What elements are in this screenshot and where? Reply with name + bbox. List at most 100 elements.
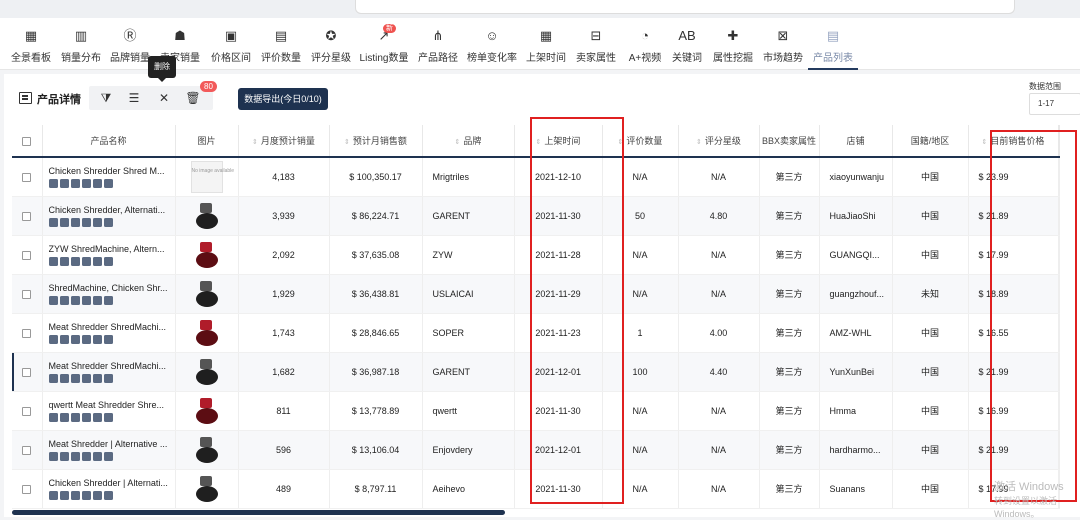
nav-item-15[interactable]: ✚ 属性挖掘 [708,24,758,68]
tool-icon[interactable] [92,412,102,422]
store-cell[interactable]: Hmma [819,391,893,431]
nav-item-9[interactable]: ⋔ 产品路径 [413,24,463,68]
product-image[interactable] [191,278,223,310]
row-checkbox-cell[interactable] [12,469,43,509]
select-all-checkbox-cell[interactable] [12,125,43,158]
tool-icon[interactable] [92,334,102,344]
row-checkbox[interactable] [22,289,32,299]
tool-icon[interactable] [103,373,113,383]
tool-icon[interactable] [70,256,80,266]
tool-icon[interactable] [59,490,69,500]
tool-icon[interactable] [81,334,91,344]
table-row[interactable]: Meat Shredder ShredMachi... 1,682 $ 36,987… [12,352,1060,392]
product-name-cell[interactable]: Chicken Shredder, Alternati... [42,196,176,236]
product-image[interactable] [191,356,223,388]
range-select[interactable]: 1-17 [1029,93,1080,115]
row-checkbox-cell[interactable] [12,196,43,236]
nav-item-6[interactable]: ▤ 评价数量 [256,24,306,68]
col-header-12[interactable]: ⇕ 目前销售价格 [968,125,1059,158]
tool-icon[interactable] [59,256,69,266]
table-row[interactable]: Meat Shredder | Alternative ... 596 $ 13,1… [12,430,1060,470]
sort-icon[interactable]: ⇕ [455,139,461,146]
product-image-cell[interactable]: No image available [175,157,239,197]
table-row[interactable]: ShredMachine, Chicken Shr... 1,929 $ 36,43… [12,274,1060,314]
store-name[interactable]: xiaoyunwanju [830,172,885,182]
table-row[interactable]: Chicken Shredder, Alternati... 3,939 $ 86,… [12,196,1060,236]
tool-icon[interactable] [92,178,102,188]
store-cell[interactable]: AMZ-WHL [819,313,893,353]
store-cell[interactable]: YunXunBei [819,352,893,392]
sort-icon[interactable]: ⇕ [344,139,350,146]
product-name[interactable]: Meat Shredder ShredMachi... [49,322,169,332]
horizontal-scrollbar[interactable] [12,510,505,515]
store-name[interactable]: Suanans [830,484,866,494]
col-header-11[interactable]: 国籍/地区 [892,125,969,158]
tool-icon[interactable] [103,178,113,188]
row-checkbox[interactable] [22,367,32,377]
row-checkbox-cell[interactable] [12,313,43,353]
row-checkbox[interactable] [22,250,32,260]
tool-icon[interactable] [59,178,69,188]
tool-icon[interactable] [103,451,113,461]
nav-item-11[interactable]: ▦ 上架时间 [521,24,571,68]
tool-icon[interactable] [70,217,80,227]
product-image[interactable] [191,434,223,466]
store-cell[interactable]: guangzhouf... [819,274,893,314]
row-checkbox[interactable] [22,211,32,221]
nav-item-10[interactable]: ☺ 榜单变化率 [467,24,517,68]
tool-icon[interactable] [103,256,113,266]
product-name-cell[interactable]: qwertt Meat Shredder Shre... [42,391,176,431]
tool-icon[interactable] [48,451,58,461]
sort-icon[interactable]: ⇕ [252,139,258,146]
tool-icon[interactable] [70,334,80,344]
product-name[interactable]: Meat Shredder ShredMachi... [49,361,169,371]
row-checkbox[interactable] [22,445,32,455]
row-checkbox-cell[interactable] [12,157,43,197]
nav-item-14[interactable]: AB 关键词 [662,24,712,68]
product-image[interactable] [191,473,223,505]
nav-item-7[interactable]: ✪ 评分星级 [306,24,356,68]
tool-icon[interactable] [70,178,80,188]
product-name[interactable]: ZYW ShredMachine, Altern... [49,244,169,254]
nav-item-1[interactable]: ▦ 全景看板 [6,24,56,68]
col-header-10[interactable]: 店铺 [819,125,893,158]
tool-icon[interactable] [48,178,58,188]
tool-icon[interactable] [70,451,80,461]
product-name[interactable]: ShredMachine, Chicken Shr... [49,283,169,293]
product-image-cell[interactable] [175,196,239,236]
tool-icon[interactable] [92,256,102,266]
tool-icon[interactable] [103,295,113,305]
trash-icon[interactable]: 🗑 [185,90,201,106]
table-row[interactable]: ZYW ShredMachine, Altern... 2,092 $ 37,635… [12,235,1060,275]
close-icon[interactable]: ✕ [156,90,172,106]
tool-icon[interactable] [48,334,58,344]
store-name[interactable]: YunXunBei [830,367,875,377]
product-image-cell[interactable] [175,430,239,470]
tool-icon[interactable] [81,451,91,461]
tool-icon[interactable] [103,334,113,344]
col-header-4[interactable]: ⇕ 预计月销售额 [329,125,423,158]
nav-item-12[interactable]: ⊟ 卖家属性 [571,24,621,68]
tool-icon[interactable] [81,295,91,305]
product-image-cell[interactable] [175,469,239,509]
product-image[interactable] [191,317,223,349]
store-name[interactable]: AMZ-WHL [830,328,872,338]
tool-icon[interactable] [92,373,102,383]
table-row[interactable]: qwertt Meat Shredder Shre... 811 $ 13,778.… [12,391,1060,431]
tool-icon[interactable] [92,217,102,227]
product-name-cell[interactable]: ZYW ShredMachine, Altern... [42,235,176,275]
product-image[interactable] [191,200,223,232]
store-name[interactable]: HuaJiaoShi [830,211,876,221]
product-name[interactable]: Chicken Shredder Shred M... [49,166,169,176]
col-header-9[interactable]: BBX卖家属性 [759,125,820,158]
tool-icon[interactable] [59,373,69,383]
sort-icon[interactable]: ⇕ [618,139,624,146]
tool-icon[interactable] [92,490,102,500]
product-name[interactable]: Meat Shredder | Alternative ... [49,439,169,449]
row-checkbox[interactable] [22,406,32,416]
store-cell[interactable]: Suanans [819,469,893,509]
tool-icon[interactable] [48,412,58,422]
store-cell[interactable]: xiaoyunwanju [819,157,893,197]
store-cell[interactable]: GUANGQI... [819,235,893,275]
product-image-cell[interactable] [175,274,239,314]
